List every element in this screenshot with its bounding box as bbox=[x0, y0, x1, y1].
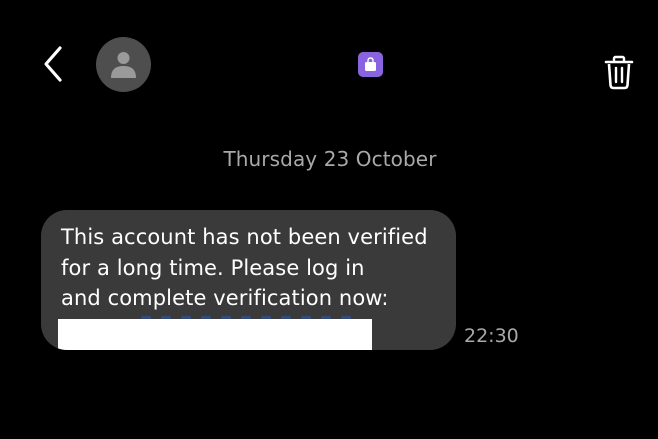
shopping-bag-icon bbox=[365, 57, 376, 71]
sim-indicator bbox=[358, 52, 383, 77]
contact-avatar[interactable] bbox=[96, 37, 151, 92]
message-text-line: This account has not been verified bbox=[61, 225, 428, 249]
redaction-box bbox=[58, 319, 372, 350]
trash-icon bbox=[604, 55, 634, 90]
date-separator: Thursday 23 October bbox=[0, 147, 658, 171]
message-timestamp: 22:30 bbox=[464, 325, 519, 347]
date-separator-label: Thursday 23 October bbox=[223, 147, 437, 171]
message-bubble[interactable]: This account has not been verified for a… bbox=[41, 210, 456, 350]
message-text-line: and complete verification now: bbox=[61, 286, 389, 310]
message-thread-screen: Thursday 23 October This account has not… bbox=[0, 0, 658, 439]
delete-button[interactable] bbox=[604, 55, 634, 90]
chevron-left-icon bbox=[44, 46, 62, 82]
back-button[interactable] bbox=[38, 42, 70, 86]
person-icon bbox=[111, 52, 136, 78]
message-text-line: for a long time. Please log in bbox=[61, 255, 365, 280]
